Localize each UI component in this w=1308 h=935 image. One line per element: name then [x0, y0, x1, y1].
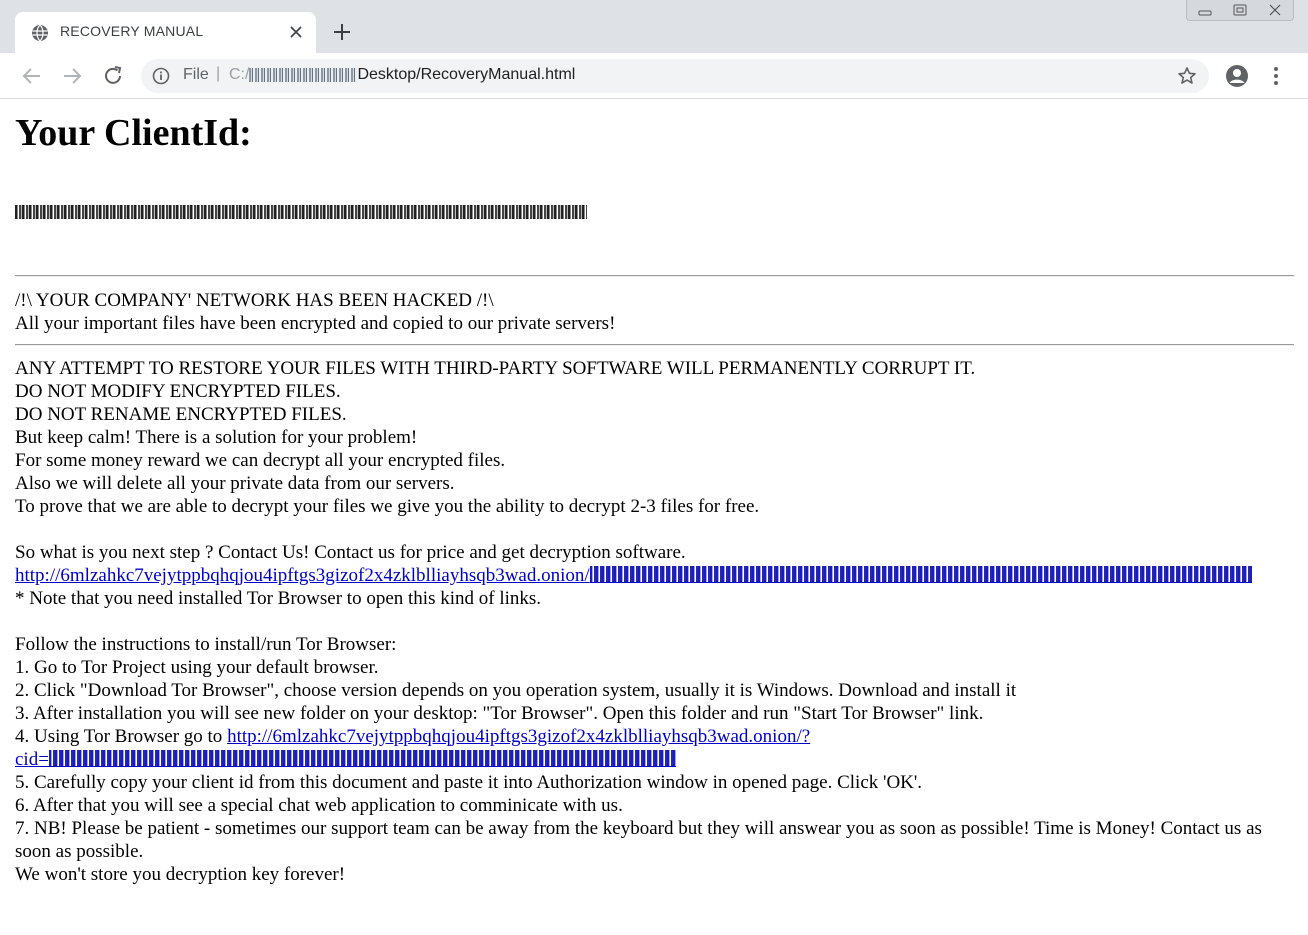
- step-4-cid[interactable]: cid=: [15, 749, 49, 770]
- step-6: 6. After that you will see a special cha…: [15, 795, 623, 816]
- info-icon[interactable]: [152, 67, 170, 85]
- page-content: Your ClientId: /!\ YOUR COMPANY' NETWORK…: [0, 99, 1308, 935]
- hacked-notice: /!\ YOUR COMPANY' NETWORK HAS BEEN HACKE…: [15, 289, 1295, 335]
- onion-link-redacted[interactable]: [589, 566, 1252, 583]
- url-prefix: C:/: [229, 66, 250, 83]
- cid-redacted[interactable]: [48, 750, 676, 767]
- browser-chrome: RECOVERY MANUAL File | C:/ Desktop/Recov…: [0, 0, 1308, 99]
- back-arrow-icon[interactable]: [21, 65, 43, 87]
- globe-icon: [31, 24, 49, 42]
- step-1: 1. Go to Tor Project using your default …: [15, 657, 379, 678]
- tab-close-icon[interactable]: [286, 22, 306, 42]
- step-4-text: 4. Using Tor Browser go to: [15, 726, 228, 747]
- account-avatar-icon[interactable]: [1225, 64, 1249, 88]
- step-4-cont: cid=: [15, 748, 1295, 771]
- page-heading: Your ClientId:: [15, 112, 252, 154]
- hacked-line: /!\ YOUR COMPANY' NETWORK HAS BEEN HACKE…: [15, 290, 494, 311]
- tab-title: RECOVERY MANUAL: [60, 23, 204, 39]
- onion-link[interactable]: http://6mlzahkc7vejytppbqhqjou4ipftgs3gi…: [15, 565, 590, 586]
- step-3: 3. After installation you will see new f…: [15, 703, 984, 724]
- address-bar[interactable]: File | C:/ Desktop/RecoveryManual.html: [141, 59, 1209, 93]
- divider: [15, 344, 1294, 346]
- more-menu-icon[interactable]: [1265, 65, 1287, 87]
- url-text: C:/ Desktop/RecoveryManual.html: [229, 66, 575, 84]
- forward-arrow-icon[interactable]: [61, 65, 83, 87]
- contact-section: So what is you next step ? Contact Us! C…: [15, 541, 1295, 610]
- reload-icon[interactable]: [102, 65, 124, 87]
- browser-toolbar: File | C:/ Desktop/RecoveryManual.html: [0, 53, 1308, 99]
- close-window-icon[interactable]: [1258, 0, 1293, 20]
- tor-note: * Note that you need installed Tor Brows…: [15, 588, 542, 609]
- warning-line: To prove that we are able to decrypt you…: [15, 496, 760, 517]
- step-7: 7. NB! Please be patient - sometimes our…: [15, 818, 1262, 862]
- onion-link-line: http://6mlzahkc7vejytppbqhqjou4ipftgs3gi…: [15, 564, 1295, 587]
- contact-line: So what is you next step ? Contact Us! C…: [15, 542, 686, 563]
- warning-line: ANY ATTEMPT TO RESTORE YOUR FILES WITH T…: [15, 358, 976, 379]
- instructions: Follow the instructions to install/run T…: [15, 633, 1295, 886]
- warnings: ANY ATTEMPT TO RESTORE YOUR FILES WITH T…: [15, 357, 1295, 518]
- window-controls: [1186, 0, 1294, 21]
- client-id-redacted: [15, 205, 587, 219]
- warning-line: Also we will delete all your private dat…: [15, 473, 455, 494]
- tab-recovery-manual[interactable]: RECOVERY MANUAL: [15, 12, 316, 53]
- url-separator: |: [216, 65, 221, 82]
- bookmark-star-icon[interactable]: [1177, 66, 1197, 86]
- restore-icon[interactable]: [1222, 0, 1257, 20]
- step-4-link[interactable]: http://6mlzahkc7vejytppbqhqjou4ipftgs3gi…: [227, 726, 810, 747]
- warning-line: DO NOT RENAME ENCRYPTED FILES.: [15, 404, 347, 425]
- tab-strip: RECOVERY MANUAL: [0, 0, 1308, 53]
- url-redacted: [249, 67, 358, 82]
- new-tab-plus-icon[interactable]: [331, 21, 353, 43]
- encrypted-line: All your important files have been encry…: [15, 313, 616, 334]
- url-scheme-label: File: [183, 66, 209, 83]
- warning-line: For some money reward we can decrypt all…: [15, 450, 506, 471]
- closing-line: We won't store you decryption key foreve…: [15, 864, 346, 885]
- minimize-icon[interactable]: [1187, 0, 1222, 20]
- step-4: 4. Using Tor Browser go to http://6mlzah…: [15, 725, 1295, 748]
- warning-line: But keep calm! There is a solution for y…: [15, 427, 418, 448]
- instructions-header: Follow the instructions to install/run T…: [15, 634, 397, 655]
- url-path: Desktop/RecoveryManual.html: [357, 66, 576, 83]
- step-5: 5. Carefully copy your client id from th…: [15, 772, 923, 793]
- warning-line: DO NOT MODIFY ENCRYPTED FILES.: [15, 381, 341, 402]
- divider: [15, 275, 1294, 277]
- step-2: 2. Click "Download Tor Browser", choose …: [15, 680, 1017, 701]
